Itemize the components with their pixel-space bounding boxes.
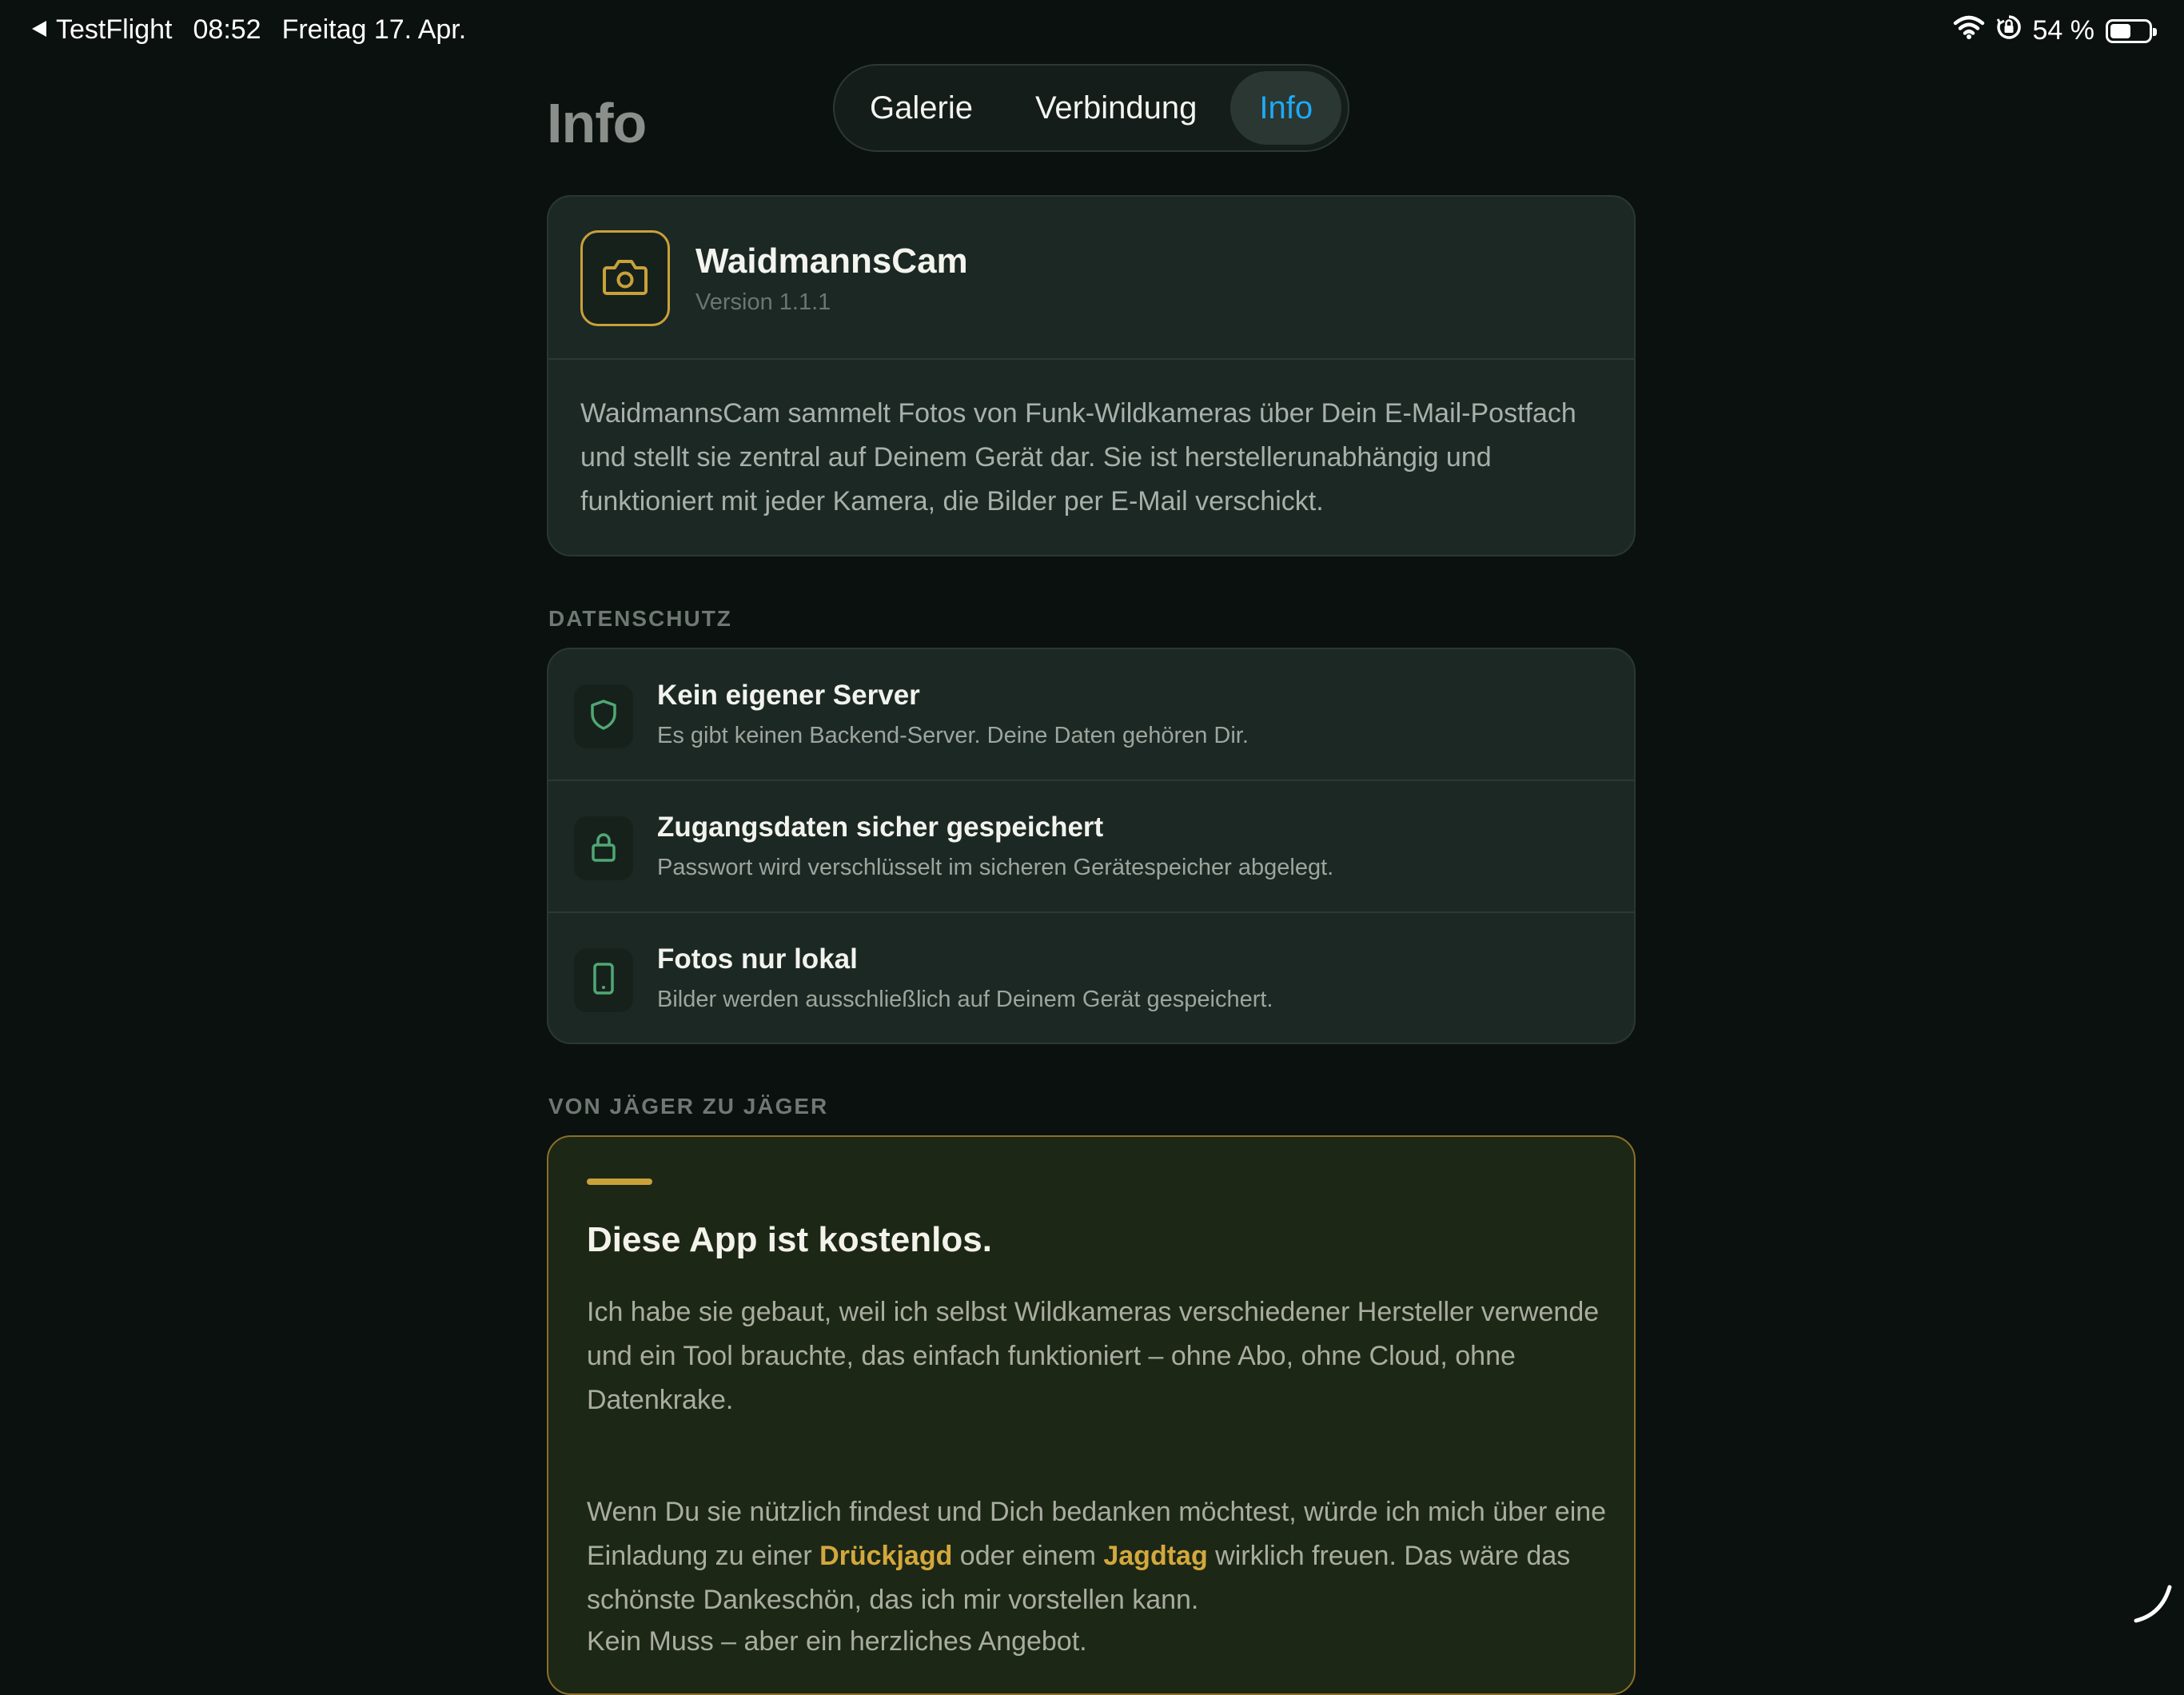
privacy-item-title: Fotos nur lokal bbox=[657, 943, 858, 975]
paragraph-text: oder einem bbox=[952, 1541, 1103, 1571]
lock-icon bbox=[590, 831, 617, 867]
shield-icon bbox=[590, 699, 617, 735]
orientation-lock-icon bbox=[1996, 14, 2022, 47]
free-app-title: Diese App ist kostenlos. bbox=[587, 1220, 992, 1260]
privacy-item-credentials: Zugangsdaten sicher gespeichert Passwort… bbox=[548, 781, 1634, 913]
privacy-item-local-photos: Fotos nur lokal Bilder werden ausschließ… bbox=[548, 913, 1634, 1044]
accent-bar bbox=[587, 1179, 652, 1185]
tab-switcher: Galerie Verbindung Info bbox=[833, 64, 1349, 152]
privacy-icon-box bbox=[574, 684, 633, 748]
privacy-icon-box bbox=[574, 948, 633, 1012]
tab-verbindung[interactable]: Verbindung bbox=[1006, 71, 1226, 145]
page-title: Info bbox=[547, 91, 646, 155]
status-time: 08:52 bbox=[193, 14, 261, 46]
privacy-icon-box bbox=[574, 816, 633, 880]
corner-swipe-indicator[interactable] bbox=[2130, 1579, 2178, 1631]
highlight-drueckjagd: Drückjagd bbox=[819, 1541, 952, 1571]
privacy-item-server: Kein eigener Server Es gibt keinen Backe… bbox=[548, 649, 1634, 781]
privacy-item-subtitle: Es gibt keinen Backend-Server. Deine Dat… bbox=[657, 723, 1249, 749]
battery-icon bbox=[2106, 19, 2152, 43]
app-info-header: WaidmannsCam Version 1.1.1 bbox=[548, 197, 1634, 360]
section-label-datenschutz: DATENSCHUTZ bbox=[548, 606, 732, 632]
status-bar-right: 54 % bbox=[1953, 14, 2153, 47]
battery-percent: 54 % bbox=[2033, 15, 2095, 46]
back-to-app-button[interactable]: TestFlight bbox=[30, 14, 173, 46]
privacy-item-subtitle: Bilder werden ausschließlich auf Deinem … bbox=[657, 987, 1273, 1013]
app-name: WaidmannsCam bbox=[695, 241, 968, 281]
app-version: Version 1.1.1 bbox=[695, 289, 831, 316]
privacy-item-title: Zugangsdaten sicher gespeichert bbox=[657, 812, 1103, 844]
status-bar-left: TestFlight 08:52 Freitag 17. Apr. bbox=[30, 14, 466, 46]
camera-icon bbox=[602, 257, 648, 301]
tab-info[interactable]: Info bbox=[1230, 71, 1341, 145]
privacy-item-subtitle: Passwort wird verschlüsselt im sicheren … bbox=[657, 855, 1333, 881]
section-label-von-jaeger-zu-jaeger: VON JÄGER ZU JÄGER bbox=[548, 1094, 828, 1119]
highlight-jagdtag: Jagdtag bbox=[1103, 1541, 1207, 1571]
free-app-card: Diese App ist kostenlos. Ich habe sie ge… bbox=[547, 1135, 1636, 1695]
app-info-card: WaidmannsCam Version 1.1.1 WaidmannsCam … bbox=[547, 195, 1636, 556]
phone-icon bbox=[592, 962, 616, 999]
free-app-paragraph-3: Kein Muss – aber ein herzliches Angebot. bbox=[587, 1620, 1618, 1664]
status-date: Freitag 17. Apr. bbox=[282, 14, 467, 46]
free-app-paragraph-1: Ich habe sie gebaut, weil ich selbst Wil… bbox=[587, 1290, 1618, 1422]
wifi-icon bbox=[1953, 14, 1985, 47]
free-app-paragraph-2: Wenn Du sie nützlich findest und Dich be… bbox=[587, 1490, 1618, 1622]
privacy-item-title: Kein eigener Server bbox=[657, 680, 920, 712]
privacy-card: Kein eigener Server Es gibt keinen Backe… bbox=[547, 648, 1636, 1044]
back-app-label: TestFlight bbox=[56, 14, 173, 46]
app-description: WaidmannsCam sammelt Fotos von Funk-Wild… bbox=[580, 392, 1612, 524]
app-icon bbox=[580, 230, 670, 326]
status-bar: TestFlight 08:52 Freitag 17. Apr. 54 % bbox=[0, 0, 2184, 64]
battery-level bbox=[2110, 24, 2130, 38]
tab-galerie[interactable]: Galerie bbox=[841, 71, 1002, 145]
back-arrow-icon bbox=[30, 14, 48, 46]
